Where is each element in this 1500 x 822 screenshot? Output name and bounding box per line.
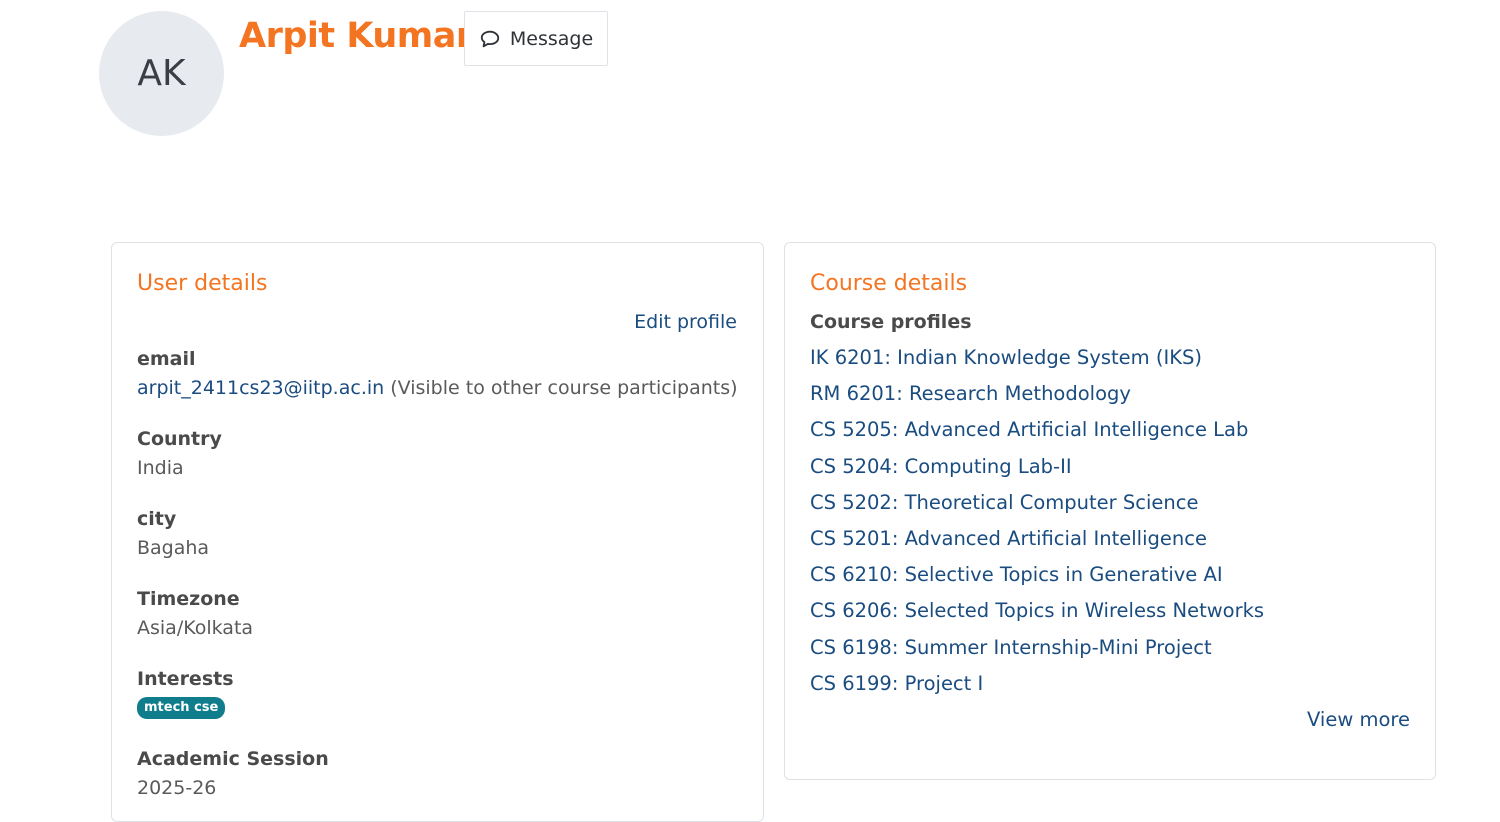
interests-field: Interests mtech cse	[137, 665, 234, 719]
academic-session-label: Academic Session	[137, 748, 329, 770]
course-link[interactable]: CS 5201: Advanced Artificial Intelligenc…	[810, 527, 1207, 550]
user-details-title: User details	[137, 271, 268, 296]
avatar-initials: AK	[137, 53, 186, 94]
country-field: Country India	[137, 425, 222, 483]
course-details-card: Course details Course profiles IK 6201: …	[784, 242, 1436, 780]
edit-profile-link[interactable]: Edit profile	[634, 309, 737, 335]
avatar: AK	[99, 11, 224, 136]
course-link[interactable]: CS 6199: Project I	[810, 672, 983, 695]
course-details-title: Course details	[810, 271, 968, 296]
list-item: CS 6210: Selective Topics in Generative …	[810, 558, 1264, 594]
course-profiles-label: Course profiles	[810, 311, 972, 333]
list-item: IK 6201: Indian Knowledge System (IKS)	[810, 341, 1264, 377]
country-label: Country	[137, 428, 222, 450]
country-value: India	[137, 457, 184, 479]
course-link[interactable]: CS 5202: Theoretical Computer Science	[810, 491, 1198, 514]
city-label: city	[137, 508, 177, 530]
interest-tag[interactable]: mtech cse	[137, 697, 226, 719]
timezone-field: Timezone Asia/Kolkata	[137, 585, 253, 643]
city-value: Bagaha	[137, 537, 210, 559]
list-item: CS 5202: Theoretical Computer Science	[810, 486, 1264, 522]
email-label: email	[137, 348, 196, 370]
timezone-value: Asia/Kolkata	[137, 617, 254, 639]
list-item: CS 6198: Summer Internship-Mini Project	[810, 631, 1264, 667]
timezone-label: Timezone	[137, 588, 240, 610]
course-link[interactable]: RM 6201: Research Methodology	[810, 382, 1131, 405]
list-item: CS 6199: Project I	[810, 667, 1264, 703]
academic-session-value: 2025-26	[137, 777, 217, 799]
course-link[interactable]: CS 5205: Advanced Artificial Intelligenc…	[810, 418, 1248, 441]
message-button[interactable]: Message	[464, 11, 608, 66]
course-link[interactable]: CS 5204: Computing Lab-II	[810, 455, 1072, 478]
course-link[interactable]: IK 6201: Indian Knowledge System (IKS)	[810, 346, 1202, 369]
interests-label: Interests	[137, 668, 234, 690]
course-link[interactable]: CS 6210: Selective Topics in Generative …	[810, 563, 1223, 586]
speech-bubble-icon	[480, 30, 500, 47]
course-link[interactable]: CS 6198: Summer Internship-Mini Project	[810, 636, 1212, 659]
list-item: CS 5201: Advanced Artificial Intelligenc…	[810, 522, 1264, 558]
user-name: Arpit Kumar	[239, 16, 473, 56]
email-field: email arpit_2411cs23@iitp.ac.in (Visible…	[137, 345, 738, 403]
list-item: CS 5205: Advanced Artificial Intelligenc…	[810, 413, 1264, 449]
list-item: CS 6206: Selected Topics in Wireless Net…	[810, 594, 1264, 630]
course-link[interactable]: CS 6206: Selected Topics in Wireless Net…	[810, 599, 1264, 622]
list-item: CS 5204: Computing Lab-II	[810, 450, 1264, 486]
message-button-label: Message	[509, 27, 594, 50]
course-list: IK 6201: Indian Knowledge System (IKS) R…	[810, 341, 1264, 703]
email-value-row: arpit_2411cs23@iitp.ac.in (Visible to ot…	[137, 373, 738, 403]
academic-session-field: Academic Session 2025-26	[137, 745, 329, 803]
email-link[interactable]: arpit_2411cs23@iitp.ac.in	[137, 377, 384, 399]
email-visibility-note: (Visible to other course participants)	[384, 377, 738, 399]
user-details-card: User details Edit profile email arpit_24…	[111, 242, 764, 822]
view-more-link[interactable]: View more	[1307, 706, 1410, 734]
city-field: city Bagaha	[137, 505, 209, 563]
list-item: RM 6201: Research Methodology	[810, 377, 1264, 413]
